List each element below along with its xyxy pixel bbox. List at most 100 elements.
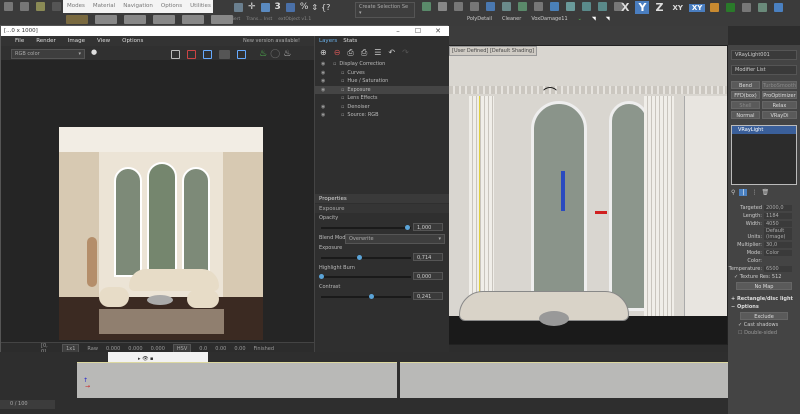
material-editor-icon[interactable]	[502, 2, 511, 11]
lens-icon[interactable]	[237, 49, 246, 59]
tab-layers[interactable]: Layers	[319, 38, 337, 44]
save-icon[interactable]	[171, 49, 180, 59]
material-slot[interactable]	[153, 15, 175, 24]
maximize-button[interactable]: ☐	[408, 26, 428, 36]
modifier-button[interactable]: VRayDi	[761, 111, 797, 119]
eye-icon[interactable]: ◉	[321, 78, 329, 84]
opacity-handle[interactable]	[404, 225, 410, 230]
script-extobject[interactable]: extObject v1.1	[278, 17, 311, 22]
axis-xy-button[interactable]: XY	[669, 4, 685, 12]
axis-z-button[interactable]: Z	[652, 1, 666, 14]
bind-icon[interactable]	[36, 2, 45, 11]
show-end-result-icon[interactable]: |	[739, 189, 748, 196]
rollout-options[interactable]: − Options	[731, 304, 797, 310]
vray-vfb-icon[interactable]	[566, 2, 575, 11]
chevron-down-icon[interactable]: ⌄	[578, 16, 582, 22]
layer-list-icon[interactable]: ☰	[374, 48, 381, 58]
param-field[interactable]: Color	[764, 250, 792, 256]
edit-named-selection-icon[interactable]: {?	[321, 3, 330, 12]
object-name-field[interactable]: VRayLight001	[731, 50, 797, 60]
forest-pack-icon[interactable]	[710, 3, 720, 12]
eye-icon[interactable]: ◉	[321, 112, 329, 118]
eye-icon[interactable]: ◉	[321, 104, 329, 110]
corner-icon[interactable]: ◥	[606, 16, 610, 22]
exclude-button[interactable]: Exclude	[740, 312, 788, 320]
unlink-icon[interactable]	[20, 2, 29, 11]
param-field[interactable]: 2000,0	[764, 205, 792, 211]
axis-x-button[interactable]: X	[618, 1, 632, 14]
menu-options[interactable]: Options	[161, 3, 182, 10]
param-field[interactable]: 4050	[764, 221, 792, 227]
eye-icon[interactable]: ◉	[321, 87, 329, 93]
layer-item[interactable]: ▫ Lens Effects	[315, 94, 449, 103]
param-field[interactable]: Default (image)	[764, 228, 792, 240]
pin-stack-icon[interactable]: ⚲	[731, 189, 735, 196]
modifier-button[interactable]: TurboSmooth	[761, 81, 797, 89]
render-image-area[interactable]	[1, 60, 314, 342]
modifier-list-dropdown[interactable]: Modifier List	[731, 65, 797, 75]
time-slider[interactable]: 0 / 100	[0, 400, 55, 409]
modifier-button[interactable]: Shell	[731, 101, 760, 109]
modifier-button[interactable]: ProOptimizer	[761, 91, 797, 99]
channel-dropdown[interactable]: RGB color ▾	[11, 49, 85, 59]
render-teapot-icon[interactable]: ♨	[259, 49, 267, 59]
color-wheel-icon[interactable]: ●	[91, 48, 97, 56]
contrast-handle[interactable]	[368, 294, 374, 299]
transform-gizmo[interactable]	[561, 171, 565, 211]
close-button[interactable]: ✕	[428, 26, 448, 36]
percent-snap-icon[interactable]: %	[300, 2, 309, 12]
contrast-slider[interactable]	[321, 294, 411, 299]
param-field[interactable]: 6500	[764, 266, 792, 272]
minimize-button[interactable]: –	[388, 26, 408, 36]
highlight-burn-field[interactable]: 0,000	[413, 272, 443, 280]
menu-utilities[interactable]: Utilities	[190, 3, 211, 10]
vray-light-icon[interactable]	[582, 2, 591, 11]
remove-modifier-icon[interactable]: 🗑	[761, 189, 769, 196]
layer-item[interactable]: ◉ ▫ Curves	[315, 69, 449, 78]
viewport-perspective[interactable]: [User Defined] [Default Shading] ⌒	[448, 45, 728, 345]
axis-y-button[interactable]: Y	[635, 1, 650, 14]
blend-mode-dropdown[interactable]: Overwrite ▾	[345, 234, 445, 244]
menu-render[interactable]: Render	[36, 38, 56, 44]
double-sided-checkbox[interactable]: ☐ Double-sided	[738, 330, 790, 336]
raw-label[interactable]: Raw	[87, 346, 98, 352]
highlight-burn-slider[interactable]	[319, 274, 411, 279]
layer-item[interactable]: ◉ ▫ Source: RGB	[315, 111, 449, 120]
menu-modes[interactable]: Modes	[67, 3, 85, 10]
load-layers-icon[interactable]: ⎙	[361, 48, 367, 58]
axis-xy-cycle-button[interactable]: XY	[688, 3, 706, 12]
layers-icon[interactable]	[454, 2, 463, 11]
modifier-button[interactable]: Normal	[731, 111, 760, 119]
stack-item-vraylight[interactable]: VRayLight	[732, 126, 796, 134]
highlight-burn-handle[interactable]	[319, 274, 324, 279]
mirror-icon[interactable]	[422, 2, 431, 11]
material-slot[interactable]	[66, 15, 88, 24]
render-icon[interactable]	[234, 2, 243, 12]
eye-icon[interactable]: ◉	[321, 70, 329, 76]
render-setup-icon[interactable]	[518, 2, 527, 11]
render-region-icon[interactable]	[758, 3, 768, 12]
rollout-rectangle-disc[interactable]: + Rectangle/disc light	[731, 296, 797, 302]
align-icon[interactable]	[438, 2, 447, 11]
opacity-slider[interactable]	[321, 225, 411, 230]
clear-icon[interactable]	[187, 49, 196, 59]
add-layer-icon[interactable]: ⊕	[320, 48, 327, 58]
spinner-snap-icon[interactable]: ⇕	[311, 3, 318, 12]
cast-shadows-checkbox[interactable]: ✓ Cast shadows	[738, 322, 790, 328]
schematic-icon[interactable]	[486, 2, 495, 11]
railclone-icon[interactable]	[726, 3, 736, 12]
tools-icon[interactable]	[742, 3, 752, 12]
menu-options[interactable]: Options	[122, 38, 143, 44]
tab-stats[interactable]: Stats	[343, 38, 357, 44]
menu-image[interactable]: Image	[68, 38, 85, 44]
vray-material-icon[interactable]	[598, 2, 607, 11]
script-isolate[interactable]: Isoliert	[225, 17, 240, 22]
script-cleaner[interactable]: Cleaner	[502, 16, 521, 22]
delete-layer-icon[interactable]: ⊖	[334, 48, 341, 58]
selection-set-dropdown[interactable]: Create Selection Se ▾	[355, 2, 415, 18]
undo-icon[interactable]: ↶	[388, 48, 395, 58]
layer-item[interactable]: ◉ ▫ Denoiser	[315, 103, 449, 112]
redo-icon[interactable]: ↷	[402, 48, 409, 58]
layer-item[interactable]: ◉ ▫ Hue / Saturation	[315, 77, 449, 86]
angle-snap-icon[interactable]	[285, 2, 295, 12]
